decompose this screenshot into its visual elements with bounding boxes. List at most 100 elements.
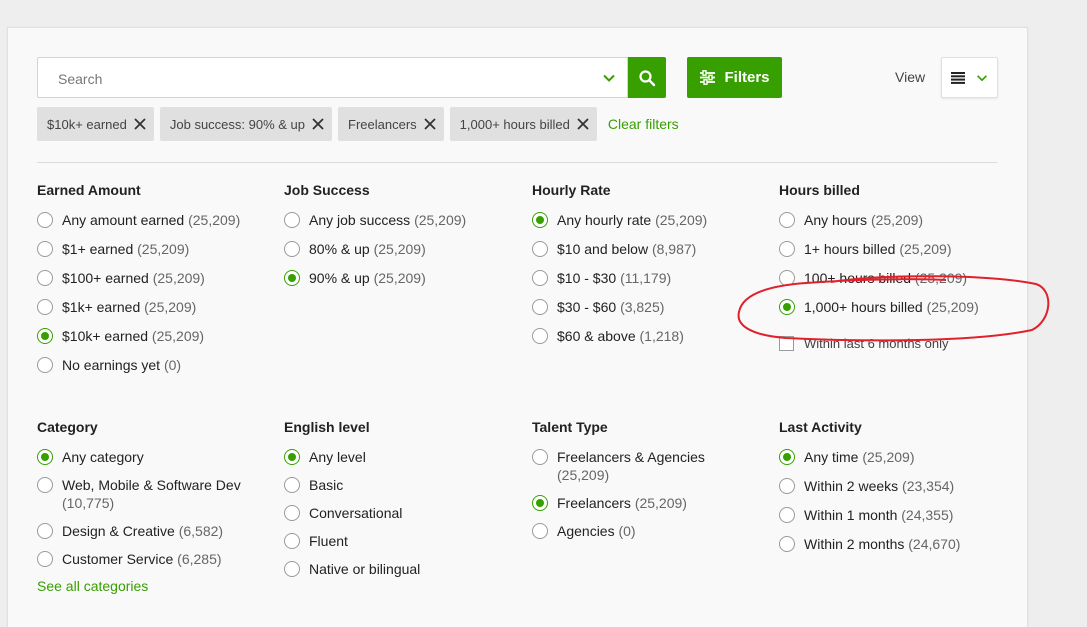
radio-button[interactable] [779, 241, 795, 257]
job-success-option[interactable]: Any job success (25,209) [284, 211, 524, 229]
earned-option[interactable]: $100+ earned (25,209) [37, 269, 277, 287]
hours-billed-option[interactable]: 1+ hours billed (25,209) [779, 240, 1019, 258]
category-group: Category Any category Web, Mobile & Soft… [37, 419, 277, 594]
within-6-months-option[interactable]: Within last 6 months only [779, 336, 1019, 351]
hourly-rate-option[interactable]: $10 - $30 (11,179) [532, 269, 772, 287]
hours-billed-option[interactable]: 1,000+ hours billed (25,209) [779, 298, 1019, 316]
earned-option[interactable]: No earnings yet (0) [37, 356, 277, 374]
close-icon[interactable] [133, 117, 147, 131]
radio-button[interactable] [37, 551, 53, 567]
clear-filters-link[interactable]: Clear filters [608, 116, 679, 132]
radio-button[interactable] [37, 523, 53, 539]
radio-button[interactable] [284, 561, 300, 577]
radio-button[interactable] [779, 507, 795, 523]
radio-button[interactable] [532, 241, 548, 257]
option-label: Freelancers & Agencies [557, 449, 705, 465]
radio-button[interactable] [779, 299, 795, 315]
radio-button[interactable] [37, 328, 53, 344]
option-count: (1,218) [639, 328, 684, 344]
job-success-option[interactable]: 90% & up (25,209) [284, 269, 524, 287]
english-level-title: English level [284, 419, 370, 435]
search-input[interactable] [56, 68, 576, 90]
hourly-rate-option[interactable]: $60 & above (1,218) [532, 327, 772, 345]
hourly-rate-option[interactable]: $30 - $60 (3,825) [532, 298, 772, 316]
hours-billed-option[interactable]: 100+ hours billed (25,209) [779, 269, 1019, 287]
talent-type-option[interactable]: Freelancers (25,209) [532, 494, 772, 512]
close-icon[interactable] [423, 117, 437, 131]
job-success-option[interactable]: 80% & up (25,209) [284, 240, 524, 258]
job-success-group: Job Success Any job success (25,209) 80%… [284, 182, 524, 298]
radio-button[interactable] [284, 212, 300, 228]
radio-button[interactable] [37, 212, 53, 228]
radio-button[interactable] [779, 270, 795, 286]
earned-option[interactable]: Any amount earned (25,209) [37, 211, 277, 229]
english-option[interactable]: Basic [284, 476, 524, 494]
earned-option[interactable]: $1+ earned (25,209) [37, 240, 277, 258]
category-option[interactable]: Design & Creative (6,582) [37, 522, 277, 540]
option-label: Native or bilingual [309, 561, 421, 577]
radio-button[interactable] [532, 523, 548, 539]
option-label: Any amount earned [62, 212, 185, 228]
english-option[interactable]: Any level [284, 448, 524, 466]
category-option[interactable]: Any category [37, 448, 277, 466]
filters-button[interactable]: Filters [687, 57, 782, 98]
english-option[interactable]: Conversational [284, 504, 524, 522]
search-button[interactable] [628, 57, 666, 98]
radio-button[interactable] [532, 212, 548, 228]
category-option[interactable]: Customer Service (6,285) [37, 550, 277, 568]
radio-button[interactable] [284, 505, 300, 521]
radio-button[interactable] [284, 533, 300, 549]
category-title: Category [37, 419, 98, 435]
radio-button[interactable] [532, 328, 548, 344]
option-count: (25,209) [914, 270, 968, 286]
last-activity-option[interactable]: Within 2 weeks (23,354) [779, 477, 1019, 495]
option-count: (0) [163, 357, 182, 373]
last-activity-option[interactable]: Within 2 months (24,670) [779, 535, 1019, 553]
radio-button[interactable] [284, 477, 300, 493]
radio-button[interactable] [532, 270, 548, 286]
earned-option[interactable]: $1k+ earned (25,209) [37, 298, 277, 316]
checkbox[interactable] [779, 336, 794, 351]
radio-button[interactable] [37, 357, 53, 373]
radio-button[interactable] [532, 299, 548, 315]
chip-label: Job success: 90% & up [169, 116, 306, 132]
option-count: (25,209) [862, 449, 915, 465]
radio-button[interactable] [37, 477, 53, 493]
see-all-categories-link[interactable]: See all categories [37, 578, 277, 594]
english-option[interactable]: Native or bilingual [284, 560, 524, 578]
talent-type-option[interactable]: Freelancers & Agencies (25,209) [532, 448, 772, 484]
radio-button[interactable] [37, 299, 53, 315]
talent-type-option[interactable]: Agencies (0) [532, 522, 772, 540]
option-label: Design & Creative [62, 523, 175, 539]
radio-button[interactable] [779, 536, 795, 552]
option-count: (6,285) [177, 551, 222, 567]
last-activity-option[interactable]: Any time (25,209) [779, 448, 1019, 466]
search-field[interactable] [37, 57, 628, 98]
close-icon[interactable] [311, 117, 325, 131]
last-activity-option[interactable]: Within 1 month (24,355) [779, 506, 1019, 524]
radio-button[interactable] [532, 495, 548, 511]
view-toggle[interactable] [941, 57, 998, 98]
radio-button[interactable] [284, 449, 300, 465]
earned-option[interactable]: $10k+ earned (25,209) [37, 327, 277, 345]
hourly-rate-group: Hourly Rate Any hourly rate (25,209) $10… [532, 182, 772, 356]
radio-button[interactable] [37, 270, 53, 286]
radio-button[interactable] [284, 241, 300, 257]
filter-chip: 1,000+ hours billed [449, 107, 597, 141]
radio-button[interactable] [779, 212, 795, 228]
radio-button[interactable] [37, 449, 53, 465]
radio-button[interactable] [779, 449, 795, 465]
radio-button[interactable] [532, 449, 548, 465]
hourly-rate-option[interactable]: Any hourly rate (25,209) [532, 211, 772, 229]
english-option[interactable]: Fluent [284, 532, 524, 550]
earned-amount-title: Earned Amount [37, 182, 141, 198]
radio-button[interactable] [284, 270, 300, 286]
option-count: (24,355) [901, 507, 954, 523]
chevron-down-icon[interactable] [601, 70, 617, 86]
hourly-rate-option[interactable]: $10 and below (8,987) [532, 240, 772, 258]
hours-billed-option[interactable]: Any hours (25,209) [779, 211, 1019, 229]
category-option[interactable]: Web, Mobile & Software Dev (10,775) [37, 476, 277, 512]
radio-button[interactable] [37, 241, 53, 257]
radio-button[interactable] [779, 478, 795, 494]
close-icon[interactable] [576, 117, 590, 131]
